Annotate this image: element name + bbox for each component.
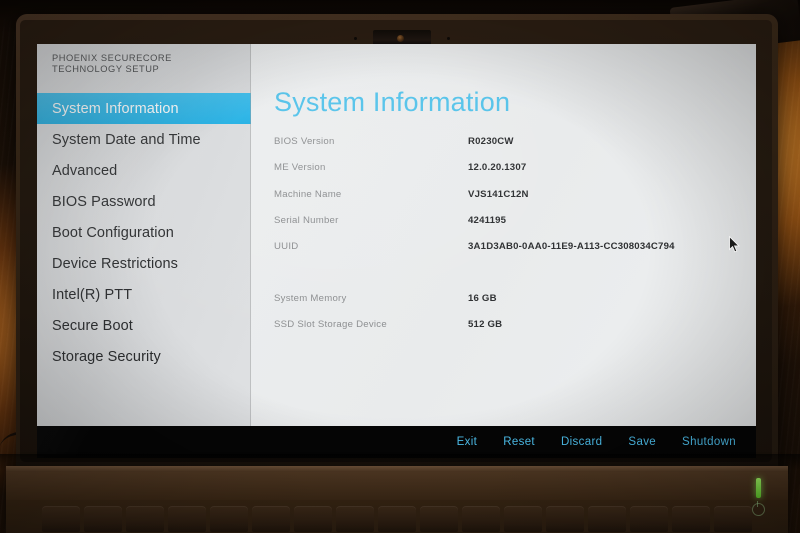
table-row: ME Version 12.0.20.1307 [274, 162, 704, 188]
sidebar-item-device-restrictions[interactable]: Device Restrictions [37, 248, 251, 279]
page-title: System Information [274, 87, 511, 117]
keyboard-deck [6, 472, 788, 500]
action-button-exit[interactable]: Exit [444, 436, 491, 448]
table-row: Serial Number 4241195 [274, 215, 704, 241]
mouse-cursor [729, 235, 741, 253]
sidebar-item-label: System Date and Time [52, 131, 201, 148]
keyboard-key[interactable] [336, 506, 374, 532]
system-information-table: BIOS Version R0230CW ME Version 12.0.20.130… [274, 136, 704, 346]
sidebar: PHOENIX SECURECORE TECHNOLOGY SETUP Syst… [37, 44, 265, 426]
keyboard-key[interactable] [630, 506, 668, 532]
keyboard-key[interactable] [504, 506, 542, 532]
keyboard-key[interactable] [420, 506, 458, 532]
info-label: System Memory [274, 293, 347, 305]
table-row: UUID 3A1D3AB0-0AA0-11E9-A113-CC308034C794 [274, 241, 704, 293]
info-value: 3A1D3AB0-0AA0-11E9-A113-CC308034C794 [468, 241, 675, 253]
action-button-reset[interactable]: Reset [490, 436, 548, 448]
sidebar-item-system-information[interactable]: System Information [37, 93, 265, 124]
keyboard-key[interactable] [588, 506, 626, 532]
content-area: System Information BIOS Version R0230CW ME… [251, 44, 756, 426]
sidebar-item-storage-security[interactable]: Storage Security [37, 341, 251, 372]
keyboard-key-row[interactable] [42, 506, 752, 532]
sidebar-item-bios-password[interactable]: BIOS Password [37, 186, 251, 217]
info-value: R0230CW [468, 136, 514, 147]
info-value: 12.0.20.1307 [468, 162, 527, 174]
info-value: 16 GB [468, 293, 497, 305]
sidebar-item-secure-boot[interactable]: Secure Boot [37, 310, 251, 341]
keyboard-key[interactable] [210, 506, 248, 532]
sidebar-item-advanced[interactable]: Advanced [37, 155, 251, 186]
action-button-shutdown[interactable]: Shutdown [669, 436, 749, 448]
sidebar-item-label: System Information [52, 100, 179, 117]
bios-setup-panel: PHOENIX SECURECORE TECHNOLOGY SETUP Syst… [37, 44, 756, 426]
laptop-base [6, 466, 788, 533]
keyboard-key[interactable] [252, 506, 290, 532]
action-button-discard[interactable]: Discard [548, 436, 615, 448]
info-label: Machine Name [274, 188, 342, 200]
power-led-indicator [756, 478, 761, 498]
action-button-save[interactable]: Save [615, 436, 669, 448]
action-bar: Exit Reset Discard Save Shutdown [37, 426, 756, 458]
sidebar-menu[interactable]: System Information System Date and Time Ad… [37, 93, 265, 372]
info-label: Serial Number [274, 214, 339, 226]
sidebar-item-label: BIOS Password [52, 193, 156, 210]
bezel-sensor-left-icon [354, 37, 357, 40]
brand-title: PHOENIX SECURECORE TECHNOLOGY SETUP [52, 53, 172, 74]
table-row: BIOS Version R0230CW [274, 136, 704, 162]
keyboard-key[interactable] [84, 506, 122, 532]
keyboard-key[interactable] [714, 506, 752, 532]
keyboard-key[interactable] [672, 506, 710, 532]
keyboard-key[interactable] [378, 506, 416, 532]
webcam-icon [397, 35, 404, 42]
sidebar-item-intel-r-ptt[interactable]: Intel(R) PTT [37, 279, 251, 310]
sidebar-item-label: Boot Configuration [52, 224, 174, 241]
keyboard-key[interactable] [42, 506, 80, 532]
action-button-group[interactable]: Exit Reset Discard Save Shutdown [444, 426, 749, 458]
info-label: UUID [274, 241, 299, 253]
keyboard-key[interactable] [294, 506, 332, 532]
info-label: BIOS Version [274, 136, 335, 147]
table-row: Machine Name VJS141C12N [274, 189, 704, 215]
info-value: 512 GB [468, 319, 503, 331]
photo-scene: PHOENIX SECURECORE TECHNOLOGY SETUP Syst… [0, 0, 800, 533]
power-icon[interactable] [752, 501, 765, 516]
table-row: System Memory 16 GB [274, 293, 704, 319]
sidebar-item-label: Advanced [52, 162, 118, 179]
keyboard-key[interactable] [126, 506, 164, 532]
table-row: SSD Slot Storage Device 512 GB [274, 319, 704, 345]
sidebar-item-system-date-and-time[interactable]: System Date and Time [37, 124, 251, 155]
info-label: ME Version [274, 162, 326, 174]
sidebar-item-label: Device Restrictions [52, 255, 178, 272]
keyboard-key[interactable] [462, 506, 500, 532]
sidebar-item-label: Secure Boot [52, 317, 133, 334]
info-value: VJS141C12N [468, 188, 529, 200]
sidebar-item-boot-configuration[interactable]: Boot Configuration [37, 217, 251, 248]
laptop-screen: PHOENIX SECURECORE TECHNOLOGY SETUP Syst… [37, 44, 756, 458]
info-value: 4241195 [468, 214, 507, 226]
info-label: SSD Slot Storage Device [274, 319, 387, 331]
keyboard-key[interactable] [168, 506, 206, 532]
keyboard-key[interactable] [546, 506, 584, 532]
sidebar-item-label: Storage Security [52, 348, 161, 365]
bezel-sensor-right-icon [447, 37, 450, 40]
sidebar-item-label: Intel(R) PTT [52, 286, 133, 303]
